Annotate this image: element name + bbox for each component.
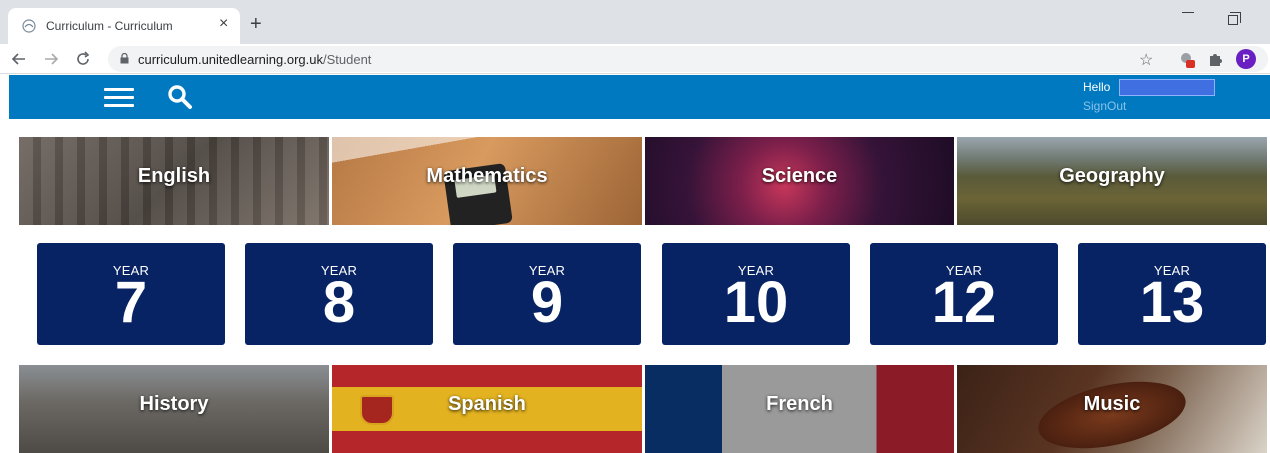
restore-window-icon[interactable] <box>1228 12 1241 25</box>
year-tile-10[interactable]: YEAR 10 <box>662 243 850 345</box>
subject-label: Geography <box>1059 165 1165 187</box>
subject-label: Science <box>761 165 838 187</box>
forward-arrow-icon[interactable] <box>42 50 60 68</box>
subject-label: English <box>137 165 211 187</box>
profile-avatar[interactable]: P <box>1236 49 1256 69</box>
signout-link[interactable]: SignOut <box>1083 99 1126 113</box>
year-number: 8 <box>322 270 356 335</box>
site-header: Hello SignOut <box>9 75 1270 119</box>
browser-toolbar: curriculum.unitedlearning.org.uk/Student… <box>0 44 1270 74</box>
year-number: 12 <box>931 270 997 335</box>
url-domain: curriculum.unitedlearning.org.uk <box>138 52 323 67</box>
hamburger-menu-icon[interactable] <box>104 88 134 108</box>
subject-label: French <box>766 393 833 415</box>
reload-icon[interactable] <box>74 50 92 68</box>
year-number: 13 <box>1139 270 1205 335</box>
back-arrow-icon[interactable] <box>10 50 28 68</box>
lock-icon <box>120 53 129 64</box>
puzzle-extensions-icon[interactable] <box>1207 51 1223 67</box>
subject-tile-spanish[interactable]: Spanish <box>332 365 642 453</box>
close-tab-icon[interactable]: × <box>219 16 228 32</box>
hello-label: Hello <box>1083 80 1111 94</box>
address-bar[interactable]: curriculum.unitedlearning.org.uk/Student… <box>108 46 1268 72</box>
subject-tile-english[interactable]: English <box>19 137 329 225</box>
site-favicon-icon <box>22 19 36 33</box>
extension-badge-icon[interactable] <box>1178 51 1196 69</box>
year-tile-7[interactable]: YEAR 7 <box>37 243 225 345</box>
subject-label: Spanish <box>448 393 526 415</box>
subject-label: Mathematics <box>426 165 548 187</box>
user-name-redacted <box>1119 79 1215 96</box>
year-tile-12[interactable]: YEAR 12 <box>870 243 1058 345</box>
url-path: /Student <box>322 52 372 67</box>
minimize-window-icon[interactable] <box>1182 12 1194 13</box>
year-number: 10 <box>723 270 789 335</box>
subject-tile-french[interactable]: French <box>645 365 954 453</box>
subject-tile-mathematics[interactable]: Mathematics <box>332 137 642 225</box>
subject-label: History <box>139 393 209 415</box>
year-tile-13[interactable]: YEAR 13 <box>1078 243 1266 345</box>
subject-tile-geography[interactable]: Geography <box>957 137 1267 225</box>
subject-tile-history[interactable]: History <box>19 365 329 453</box>
subject-label: Music <box>1083 393 1141 415</box>
year-number: 9 <box>530 270 564 335</box>
search-icon[interactable] <box>167 84 193 110</box>
new-tab-button[interactable]: + <box>250 14 262 34</box>
subject-tile-science[interactable]: Science <box>645 137 954 225</box>
url-text: curriculum.unitedlearning.org.uk/Student <box>138 52 371 67</box>
year-tile-9[interactable]: YEAR 9 <box>453 243 641 345</box>
subject-tile-music[interactable]: Music <box>957 365 1267 453</box>
bookmark-star-icon[interactable]: ☆ <box>1139 50 1153 70</box>
year-tile-8[interactable]: YEAR 8 <box>245 243 433 345</box>
browser-tab-strip: Curriculum - Curriculum × + <box>0 0 1270 44</box>
tab-title: Curriculum - Curriculum <box>46 19 173 33</box>
year-number: 7 <box>114 270 148 335</box>
browser-tab[interactable]: Curriculum - Curriculum × <box>8 8 240 44</box>
